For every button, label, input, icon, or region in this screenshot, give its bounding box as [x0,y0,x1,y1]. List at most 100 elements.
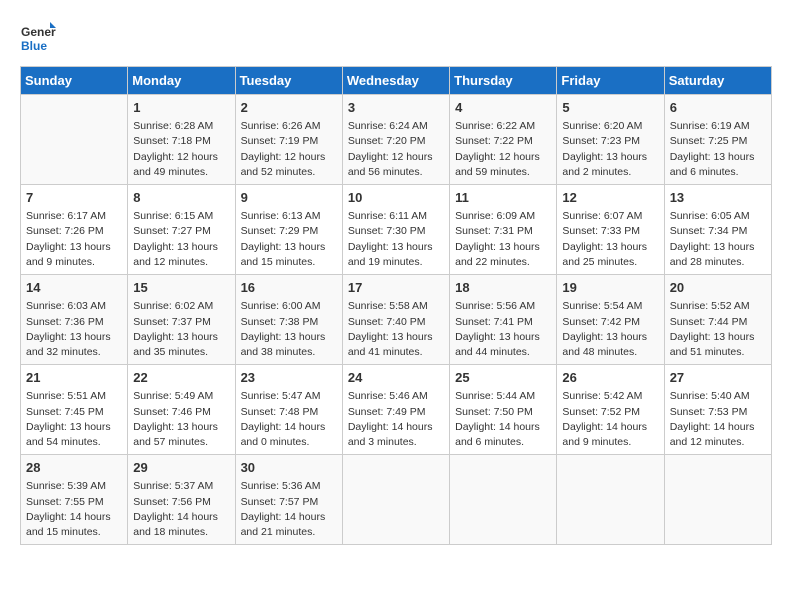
calendar-cell: 15 Sunrise: 6:02 AMSunset: 7:37 PMDayligh… [128,275,235,365]
calendar-cell: 16 Sunrise: 6:00 AMSunset: 7:38 PMDayligh… [235,275,342,365]
day-number: 3 [348,99,444,117]
calendar-table: SundayMondayTuesdayWednesdayThursdayFrid… [20,66,772,545]
cell-content: Sunrise: 6:28 AMSunset: 7:18 PMDaylight:… [133,119,229,180]
col-header-wednesday: Wednesday [342,67,449,95]
cell-content: Sunrise: 5:51 AMSunset: 7:45 PMDaylight:… [26,389,122,450]
day-number: 14 [26,279,122,297]
day-number: 2 [241,99,337,117]
cell-content: Sunrise: 5:44 AMSunset: 7:50 PMDaylight:… [455,389,551,450]
calendar-cell: 11Sunrise: 6:09 AMSunset: 7:31 PMDayligh… [450,185,557,275]
calendar-cell: 30 Sunrise: 5:36 AMSunset: 7:57 PMDayligh… [235,455,342,545]
cell-content: Sunrise: 6:19 AMSunset: 7:25 PMDaylight:… [670,119,766,180]
calendar-cell: 25 Sunrise: 5:44 AMSunset: 7:50 PMDayligh… [450,365,557,455]
day-number: 5 [562,99,658,117]
calendar-cell: 10 Sunrise: 6:11 AMSunset: 7:30 PMDayligh… [342,185,449,275]
cell-content: Sunrise: 6:07 AMSunset: 7:33 PMDaylight:… [562,209,658,270]
day-number: 23 [241,369,337,387]
day-number: 9 [241,189,337,207]
cell-content: Sunrise: 5:37 AMSunset: 7:56 PMDaylight:… [133,479,229,540]
cell-content: Sunrise: 5:40 AMSunset: 7:53 PMDaylight:… [670,389,766,450]
calendar-cell: 5 Sunrise: 6:20 AMSunset: 7:23 PMDaylight… [557,95,664,185]
day-number: 12 [562,189,658,207]
day-number: 29 [133,459,229,477]
cell-content: Sunrise: 5:52 AMSunset: 7:44 PMDaylight:… [670,299,766,360]
col-header-sunday: Sunday [21,67,128,95]
calendar-cell [557,455,664,545]
day-number: 7 [26,189,122,207]
cell-content: Sunrise: 5:58 AMSunset: 7:40 PMDaylight:… [348,299,444,360]
day-number: 16 [241,279,337,297]
calendar-cell: 7 Sunrise: 6:17 AMSunset: 7:26 PMDaylight… [21,185,128,275]
day-number: 15 [133,279,229,297]
day-number: 28 [26,459,122,477]
cell-content: Sunrise: 6:11 AMSunset: 7:30 PMDaylight:… [348,209,444,270]
day-number: 22 [133,369,229,387]
calendar-cell: 6Sunrise: 6:19 AMSunset: 7:25 PMDaylight… [664,95,771,185]
col-header-tuesday: Tuesday [235,67,342,95]
day-number: 30 [241,459,337,477]
calendar-week-row: 7 Sunrise: 6:17 AMSunset: 7:26 PMDaylight… [21,185,772,275]
calendar-cell: 19 Sunrise: 5:54 AMSunset: 7:42 PMDayligh… [557,275,664,365]
calendar-week-row: 1 Sunrise: 6:28 AMSunset: 7:18 PMDaylight… [21,95,772,185]
day-number: 25 [455,369,551,387]
cell-content: Sunrise: 6:15 AMSunset: 7:27 PMDaylight:… [133,209,229,270]
calendar-cell [342,455,449,545]
cell-content: Sunrise: 6:17 AMSunset: 7:26 PMDaylight:… [26,209,122,270]
cell-content: Sunrise: 6:13 AMSunset: 7:29 PMDaylight:… [241,209,337,270]
calendar-cell: 27 Sunrise: 5:40 AMSunset: 7:53 PMDayligh… [664,365,771,455]
cell-content: Sunrise: 5:39 AMSunset: 7:55 PMDaylight:… [26,479,122,540]
day-number: 26 [562,369,658,387]
day-number: 18 [455,279,551,297]
calendar-cell: 12 Sunrise: 6:07 AMSunset: 7:33 PMDayligh… [557,185,664,275]
calendar-week-row: 14Sunrise: 6:03 AMSunset: 7:36 PMDayligh… [21,275,772,365]
calendar-week-row: 28 Sunrise: 5:39 AMSunset: 7:55 PMDayligh… [21,455,772,545]
day-number: 11 [455,189,551,207]
day-number: 19 [562,279,658,297]
col-header-thursday: Thursday [450,67,557,95]
cell-content: Sunrise: 6:20 AMSunset: 7:23 PMDaylight:… [562,119,658,180]
calendar-cell: 8 Sunrise: 6:15 AMSunset: 7:27 PMDaylight… [128,185,235,275]
day-number: 17 [348,279,444,297]
cell-content: Sunrise: 5:36 AMSunset: 7:57 PMDaylight:… [241,479,337,540]
day-number: 8 [133,189,229,207]
calendar-cell: 28 Sunrise: 5:39 AMSunset: 7:55 PMDayligh… [21,455,128,545]
cell-content: Sunrise: 5:46 AMSunset: 7:49 PMDaylight:… [348,389,444,450]
cell-content: Sunrise: 6:24 AMSunset: 7:20 PMDaylight:… [348,119,444,180]
day-number: 24 [348,369,444,387]
calendar-cell: 20 Sunrise: 5:52 AMSunset: 7:44 PMDayligh… [664,275,771,365]
cell-content: Sunrise: 6:00 AMSunset: 7:38 PMDaylight:… [241,299,337,360]
calendar-cell: 29 Sunrise: 5:37 AMSunset: 7:56 PMDayligh… [128,455,235,545]
calendar-cell: 17 Sunrise: 5:58 AMSunset: 7:40 PMDayligh… [342,275,449,365]
col-header-friday: Friday [557,67,664,95]
calendar-week-row: 21Sunrise: 5:51 AMSunset: 7:45 PMDayligh… [21,365,772,455]
calendar-cell: 3 Sunrise: 6:24 AMSunset: 7:20 PMDaylight… [342,95,449,185]
day-number: 20 [670,279,766,297]
calendar-cell: 9 Sunrise: 6:13 AMSunset: 7:29 PMDaylight… [235,185,342,275]
day-number: 10 [348,189,444,207]
day-number: 4 [455,99,551,117]
cell-content: Sunrise: 5:49 AMSunset: 7:46 PMDaylight:… [133,389,229,450]
calendar-cell: 14Sunrise: 6:03 AMSunset: 7:36 PMDayligh… [21,275,128,365]
cell-content: Sunrise: 6:22 AMSunset: 7:22 PMDaylight:… [455,119,551,180]
calendar-cell: 26 Sunrise: 5:42 AMSunset: 7:52 PMDayligh… [557,365,664,455]
cell-content: Sunrise: 6:02 AMSunset: 7:37 PMDaylight:… [133,299,229,360]
day-number: 13 [670,189,766,207]
calendar-cell [664,455,771,545]
page-header: General Blue [20,20,772,56]
svg-text:Blue: Blue [21,39,47,53]
logo-svg: General Blue [20,20,56,56]
day-number: 1 [133,99,229,117]
calendar-cell [21,95,128,185]
day-number: 27 [670,369,766,387]
calendar-cell [450,455,557,545]
calendar-cell: 21Sunrise: 5:51 AMSunset: 7:45 PMDayligh… [21,365,128,455]
calendar-cell: 1 Sunrise: 6:28 AMSunset: 7:18 PMDaylight… [128,95,235,185]
cell-content: Sunrise: 5:47 AMSunset: 7:48 PMDaylight:… [241,389,337,450]
logo: General Blue [20,20,56,56]
calendar-cell: 4 Sunrise: 6:22 AMSunset: 7:22 PMDaylight… [450,95,557,185]
cell-content: Sunrise: 5:54 AMSunset: 7:42 PMDaylight:… [562,299,658,360]
col-header-saturday: Saturday [664,67,771,95]
calendar-cell: 2Sunrise: 6:26 AMSunset: 7:19 PMDaylight… [235,95,342,185]
calendar-cell: 24 Sunrise: 5:46 AMSunset: 7:49 PMDayligh… [342,365,449,455]
cell-content: Sunrise: 5:42 AMSunset: 7:52 PMDaylight:… [562,389,658,450]
